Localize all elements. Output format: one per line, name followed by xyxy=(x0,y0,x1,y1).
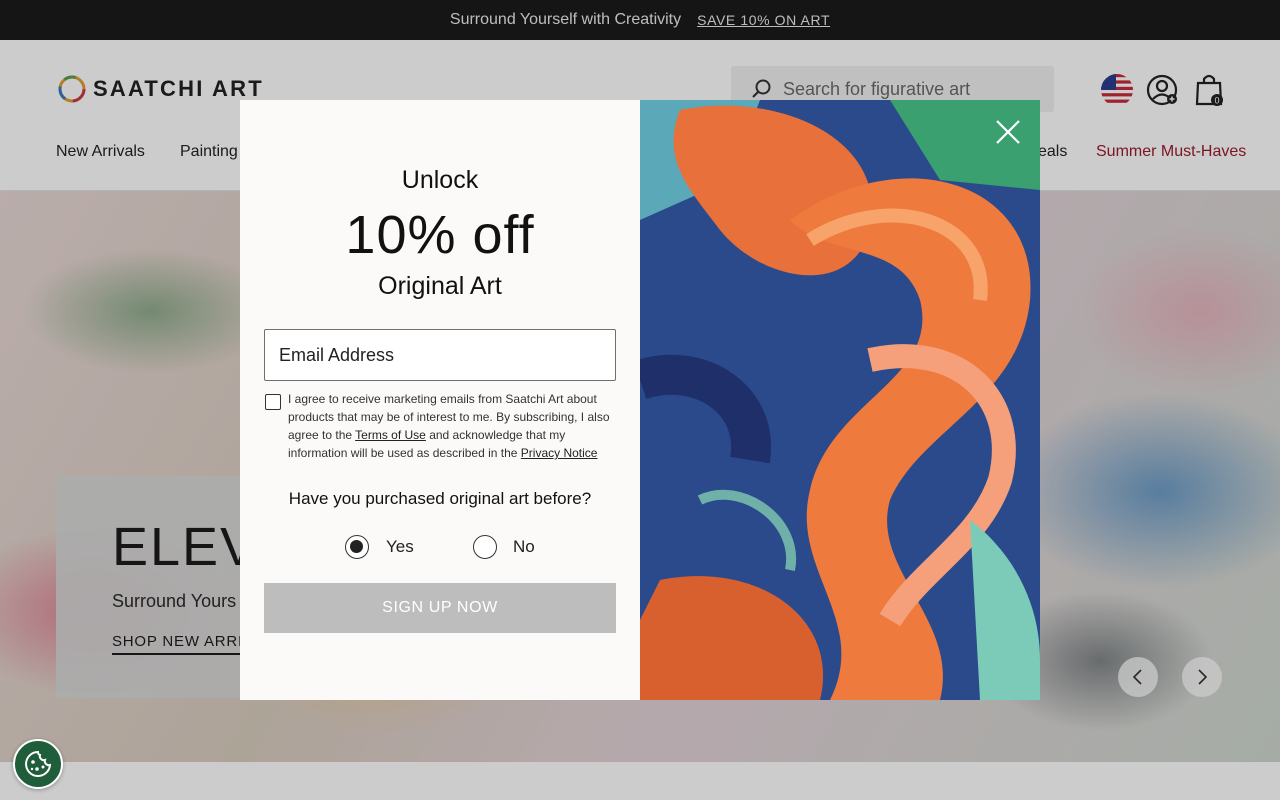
modal-heading-original-art: Original Art xyxy=(378,272,502,300)
privacy-notice-link[interactable]: Privacy Notice xyxy=(521,446,598,460)
radio-no[interactable] xyxy=(473,535,497,559)
cookie-settings-button[interactable] xyxy=(13,739,63,789)
purchase-question: Have you purchased original art before? xyxy=(288,489,592,508)
radio-yes[interactable] xyxy=(345,535,369,559)
modal-heading-offer: 10% off xyxy=(345,205,535,265)
signup-modal: Unlock 10% off Original Art I agree to r… xyxy=(240,100,1040,700)
modal-heading-unlock: Unlock xyxy=(401,166,479,194)
terms-of-use-link[interactable]: Terms of Use xyxy=(355,428,426,442)
email-field[interactable] xyxy=(264,329,616,381)
cookie-icon xyxy=(25,750,52,777)
radio-no-label[interactable]: No xyxy=(513,537,535,557)
sign-up-button[interactable]: SIGN UP NOW xyxy=(264,583,616,633)
modal-artwork-image xyxy=(640,100,1040,700)
signup-form-panel: Unlock 10% off Original Art I agree to r… xyxy=(240,100,640,700)
consent-text: I agree to receive marketing emails from… xyxy=(288,390,620,462)
radio-yes-label[interactable]: Yes xyxy=(386,537,414,557)
close-icon[interactable] xyxy=(994,118,1022,146)
consent-checkbox[interactable] xyxy=(265,394,281,410)
abstract-painting-image xyxy=(640,100,1040,700)
